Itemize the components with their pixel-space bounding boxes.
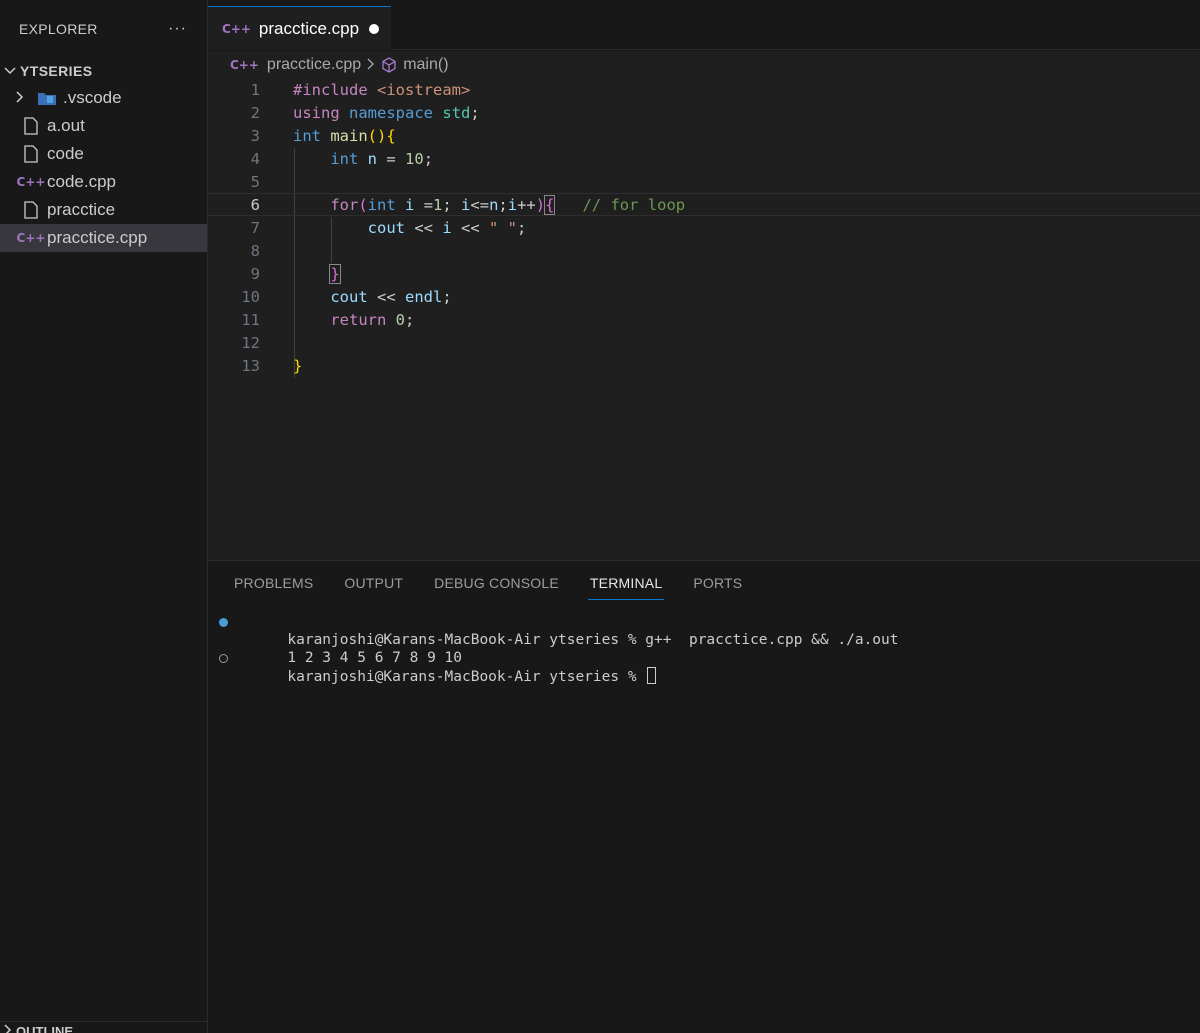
cpp-file-icon: C++ <box>16 231 46 245</box>
terminal-prompt: karanjoshi@Karans-MacBook-Air ytseries % <box>287 669 646 685</box>
line-number: 4 <box>250 150 260 168</box>
folder-label: YTSERIES <box>20 63 93 79</box>
line-number: 8 <box>250 242 260 260</box>
breadcrumb-symbol[interactable]: main() <box>403 56 448 74</box>
panel-tabs: PROBLEMS OUTPUT DEBUG CONSOLE TERMINAL P… <box>234 575 773 600</box>
tree-item-vscode[interactable]: .vscode <box>0 84 207 112</box>
tree-item-label: code.cpp <box>47 172 116 191</box>
breadcrumb: C++ pracctice.cpp main() <box>208 51 1200 79</box>
code-line-current: 6 for(int i =1; i<=n;i++){ // for loop <box>208 193 1200 216</box>
code-text: for(int i =1; i<=n;i++){ // for loop <box>330 195 686 215</box>
code-line: 13 } <box>208 355 1200 378</box>
tree-item-label: pracctice <box>47 200 116 219</box>
outline-label: OUTLINE <box>16 1024 74 1033</box>
code-line: 10 cout << endl; <box>208 286 1200 309</box>
editor-tabs: C++ pracctice.cpp <box>208 0 1200 50</box>
code-line: 5 <box>208 171 1200 194</box>
code-text: cout << i << " "; <box>367 219 527 237</box>
tab-output[interactable]: OUTPUT <box>344 575 403 599</box>
command-success-icon[interactable] <box>219 618 228 627</box>
terminal[interactable]: karanjoshi@Karans-MacBook-Air ytseries %… <box>208 613 1200 685</box>
line-number: 2 <box>250 104 260 122</box>
code-text: } <box>329 264 341 284</box>
chevron-right-icon <box>16 90 32 106</box>
code-text: int n = 10; <box>330 150 434 168</box>
chevron-right-icon <box>4 1024 12 1033</box>
tab-problems[interactable]: PROBLEMS <box>234 575 313 599</box>
line-number: 6 <box>250 196 260 214</box>
chevron-right-icon <box>367 57 375 74</box>
line-number: 13 <box>241 357 260 375</box>
code-line: 7 cout << i << " "; <box>208 217 1200 240</box>
chevron-down-icon <box>2 64 18 78</box>
cpp-file-icon: C++ <box>230 58 259 72</box>
tree-item-label: a.out <box>47 116 85 135</box>
line-number: 11 <box>241 311 260 329</box>
tree-item-pracctice[interactable]: pracctice <box>0 196 207 224</box>
tab-label: pracctice.cpp <box>258 18 360 38</box>
terminal-line: karanjoshi@Karans-MacBook-Air ytseries % <box>208 649 1200 685</box>
line-number: 9 <box>250 265 260 283</box>
code-line: 3 int main(){ <box>208 125 1200 148</box>
code-text: #include <iostream> <box>293 81 471 99</box>
code-line: 9 } <box>208 263 1200 286</box>
tree-item-label: code <box>47 144 84 163</box>
code-line: 11 return 0; <box>208 309 1200 332</box>
code-editor[interactable]: 1 #include <iostream> 2 using namespace … <box>208 79 1200 560</box>
line-number: 12 <box>241 334 260 352</box>
breadcrumb-file[interactable]: pracctice.cpp <box>267 56 361 74</box>
file-icon <box>20 200 42 220</box>
tree-item-pracctice-cpp[interactable]: C++ pracctice.cpp <box>0 224 207 252</box>
line-number: 10 <box>241 288 260 306</box>
code-line: 12 <box>208 332 1200 355</box>
tree-item-code-cpp[interactable]: C++ code.cpp <box>0 168 207 196</box>
code-line: 2 using namespace std; <box>208 102 1200 125</box>
command-pending-icon[interactable] <box>219 654 228 663</box>
code-text: int main(){ <box>293 127 396 145</box>
code-text: return 0; <box>330 311 415 329</box>
cpp-file-icon: C++ <box>222 21 251 36</box>
terminal-line: karanjoshi@Karans-MacBook-Air ytseries %… <box>208 613 1200 648</box>
tab-debug-console[interactable]: DEBUG CONSOLE <box>434 575 559 599</box>
tree-item-label: pracctice.cpp <box>47 228 148 247</box>
tab-terminal[interactable]: TERMINAL <box>587 575 665 600</box>
code-text: } <box>293 357 303 375</box>
folder-ytseries[interactable]: YTSERIES <box>0 58 207 84</box>
more-actions-icon[interactable]: ··· <box>168 20 187 38</box>
tree-item-code[interactable]: code <box>0 140 207 168</box>
cpp-file-icon: C++ <box>16 175 46 189</box>
file-icon <box>20 116 42 136</box>
code-line: 4 int n = 10; <box>208 148 1200 171</box>
file-icon <box>20 144 42 164</box>
code-text: cout << endl; <box>330 288 452 306</box>
bottom-panel: PROBLEMS OUTPUT DEBUG CONSOLE TERMINAL P… <box>208 560 1200 1033</box>
tab-pracctice-cpp[interactable]: C++ pracctice.cpp <box>208 6 391 50</box>
line-number: 7 <box>250 219 260 237</box>
line-number: 5 <box>250 173 260 191</box>
terminal-line: 1 2 3 4 5 6 7 8 9 10 <box>208 631 1200 666</box>
code-line: 8 <box>208 240 1200 263</box>
code-line: 1 #include <iostream> <box>208 79 1200 102</box>
line-number: 3 <box>250 127 260 145</box>
outline-section[interactable]: OUTLINE <box>0 1021 207 1033</box>
line-number: 1 <box>250 81 260 99</box>
explorer-sidebar: EXPLORER ··· YTSERIES .vscode a.out code <box>0 0 208 1033</box>
code-text: using namespace std; <box>293 104 480 122</box>
explorer-header: EXPLORER ··· <box>0 0 207 58</box>
vscode-folder-icon <box>36 88 58 108</box>
tree-item-a-out[interactable]: a.out <box>0 112 207 140</box>
tree-item-label: .vscode <box>63 88 122 107</box>
unsaved-dot-icon[interactable] <box>369 23 379 34</box>
terminal-cursor <box>647 667 657 684</box>
cube-icon <box>381 57 397 73</box>
tab-ports[interactable]: PORTS <box>693 575 742 599</box>
explorer-title: EXPLORER <box>19 21 98 37</box>
